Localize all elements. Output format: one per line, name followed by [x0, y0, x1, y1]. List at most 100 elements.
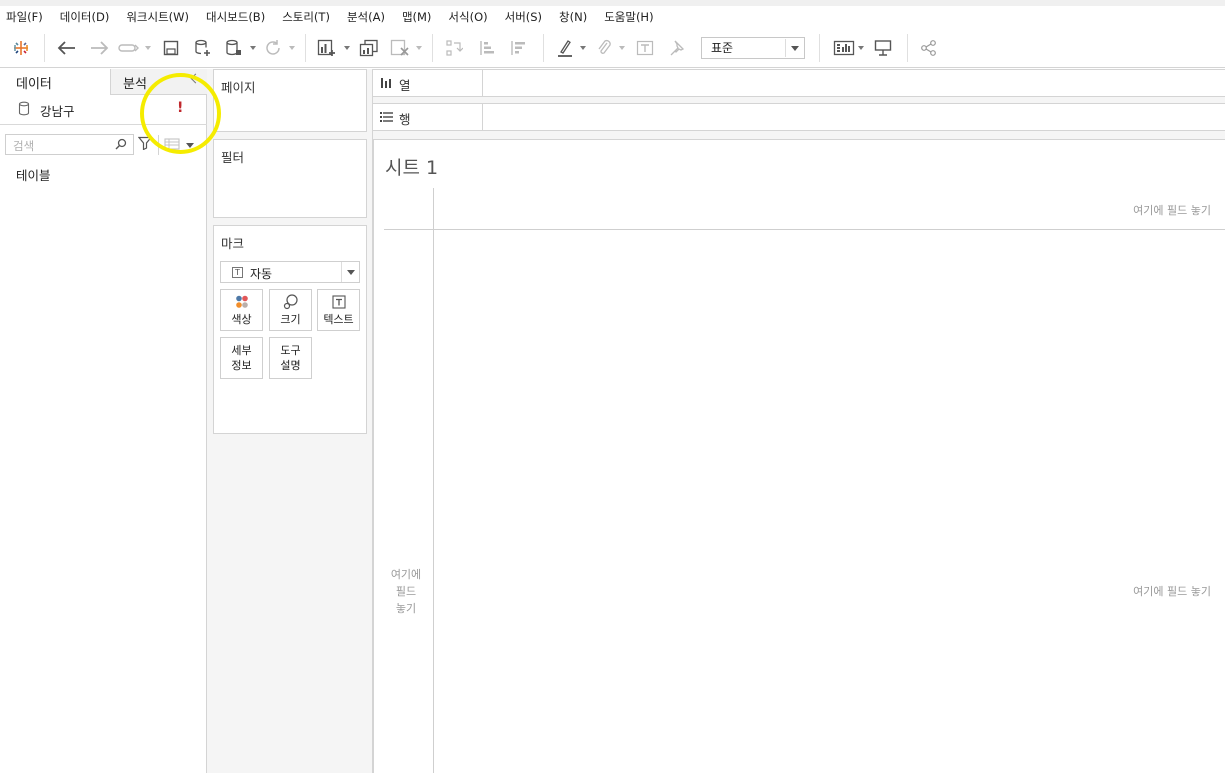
menu-dashboard[interactable]: 대시보드(B): [206, 9, 265, 25]
group-dropdown-icon[interactable]: [619, 46, 625, 50]
mark-type-select[interactable]: T 자동: [220, 261, 360, 283]
text-button[interactable]: 텍스트: [317, 289, 360, 331]
drop-zone-rows-hint-line3: 놓기: [395, 602, 417, 615]
sort-desc-icon[interactable]: [508, 38, 528, 58]
menu-server[interactable]: 서버(S): [505, 9, 542, 25]
drop-zone-columns-hint[interactable]: 여기에 필드 놓기: [1133, 202, 1211, 218]
save-icon[interactable]: [161, 38, 181, 58]
menu-bar: 파일(F) 데이터(D) 워크시트(W) 대시보드(B) 스토리(T) 분석(A…: [0, 6, 1225, 28]
worksheet-view[interactable]: 시트 1 여기에 필드 놓기 여기에 필드 놓기 여기에 필드 놓기: [373, 139, 1225, 773]
collapse-icon[interactable]: [190, 73, 201, 84]
new-worksheet-icon[interactable]: [316, 38, 338, 58]
clear-sheet-icon[interactable]: [389, 38, 411, 58]
datasource-name: 강남구: [40, 104, 75, 119]
color-button[interactable]: 색상: [220, 289, 263, 331]
group-icon[interactable]: [595, 38, 613, 58]
toolbar: 표준: [0, 28, 1225, 68]
size-button[interactable]: 크기: [269, 289, 312, 331]
toolbar-separator: [907, 34, 908, 62]
show-me-dropdown-icon[interactable]: [858, 46, 864, 50]
menu-data[interactable]: 데이터(D): [60, 9, 110, 25]
filters-card[interactable]: 필터: [213, 139, 367, 218]
size-icon: [283, 293, 299, 310]
columns-shelf[interactable]: 열: [373, 69, 1225, 97]
text-icon: [331, 294, 346, 310]
search-input[interactable]: 검색: [5, 134, 134, 155]
toolbar-separator: [44, 34, 45, 62]
marks-title: 마크: [221, 236, 245, 251]
warning-icon[interactable]: !: [177, 100, 183, 116]
tableau-logo-icon[interactable]: [11, 38, 31, 58]
search-icon: [115, 138, 127, 153]
labels-icon[interactable]: [635, 38, 655, 58]
toolbar-separator: [432, 34, 433, 62]
menu-window[interactable]: 창(N): [559, 9, 587, 25]
pages-title: 페이지: [221, 80, 256, 95]
datasource-dropdown-icon[interactable]: [250, 46, 256, 50]
show-me-icon[interactable]: [832, 38, 856, 58]
detail-label-line2: 정보: [231, 359, 252, 372]
mark-type-value: 자동: [250, 267, 273, 281]
menu-help[interactable]: 도움말(H): [604, 9, 653, 25]
highlight-dropdown-icon[interactable]: [580, 46, 586, 50]
tooltip-label-line2: 설명: [280, 359, 301, 372]
sort-asc-icon[interactable]: [477, 38, 497, 58]
refresh-icon[interactable]: [263, 38, 283, 58]
back-icon[interactable]: [56, 38, 78, 58]
size-label: 크기: [280, 312, 301, 326]
menu-analysis[interactable]: 분석(A): [347, 9, 385, 25]
redo-dropdown-icon[interactable]: [145, 46, 151, 50]
menu-worksheet[interactable]: 워크시트(W): [126, 9, 189, 25]
drop-zone-body-hint[interactable]: 여기에 필드 놓기: [1133, 583, 1211, 599]
toolbar-separator: [819, 34, 820, 62]
pages-card[interactable]: 페이지: [213, 69, 367, 132]
drop-zone-rows-hint-line2: 필드: [395, 585, 417, 598]
refresh-dropdown-icon[interactable]: [289, 46, 295, 50]
fit-select-value: 표준: [711, 41, 734, 55]
menu-story[interactable]: 스토리(T): [282, 9, 330, 25]
columns-label: 열: [399, 78, 411, 93]
share-icon[interactable]: [919, 38, 939, 58]
rows-shelf-label: 행: [373, 104, 483, 130]
presentation-icon[interactable]: [873, 38, 893, 58]
clear-dropdown-icon[interactable]: [416, 46, 422, 50]
marks-card: 마크 T 자동 색상 크기 텍스트 세부 정보 도구 설명: [213, 225, 367, 434]
rows-shelf[interactable]: 행: [373, 103, 1225, 131]
view-list-icon[interactable]: [164, 138, 180, 153]
columns-icon: [380, 77, 392, 92]
forward-icon[interactable]: [88, 38, 110, 58]
cards-column: 페이지 필터 마크 T 자동 색상 크기 텍스트 세부 정보 도구 설명: [207, 69, 373, 773]
menu-file[interactable]: 파일(F): [6, 9, 43, 25]
highlight-icon[interactable]: [556, 38, 574, 58]
chevron-down-icon[interactable]: [785, 39, 803, 57]
data-pane-tabs: 데이터 분석: [0, 69, 207, 95]
filter-icon[interactable]: [137, 136, 153, 153]
columns-shelf-label: 열: [373, 70, 483, 96]
menu-map[interactable]: 맵(M): [402, 9, 431, 25]
fit-select[interactable]: 표준: [701, 37, 805, 59]
data-pane: 데이터 분석 강남구 ! 검색 테이블: [0, 69, 207, 773]
redo-icon[interactable]: [118, 38, 140, 58]
view-dropdown-icon[interactable]: [186, 143, 194, 148]
tooltip-button[interactable]: 도구 설명: [269, 337, 312, 379]
tab-analysis[interactable]: 분석: [110, 69, 207, 95]
text-mark-icon: T: [232, 267, 243, 278]
duplicate-icon[interactable]: [358, 38, 380, 58]
color-label: 색상: [231, 312, 252, 326]
chevron-down-icon[interactable]: [341, 262, 359, 282]
new-worksheet-dropdown-icon[interactable]: [344, 46, 350, 50]
datasource-icon[interactable]: [224, 38, 244, 58]
swap-icon[interactable]: [444, 38, 464, 58]
drop-zone-rows-hint[interactable]: 여기에 필드 놓기: [384, 566, 428, 617]
axis-divider-horizontal: [384, 229, 1225, 230]
datasource-row[interactable]: 강남구 !: [0, 95, 207, 125]
pin-icon[interactable]: [667, 38, 687, 58]
drop-zone-rows-hint-line1: 여기에: [390, 568, 422, 581]
menu-format[interactable]: 서식(O): [448, 9, 487, 25]
detail-button[interactable]: 세부 정보: [220, 337, 263, 379]
database-icon: [18, 101, 30, 120]
sheet-title[interactable]: 시트 1: [385, 153, 438, 180]
new-datasource-icon[interactable]: [193, 38, 213, 58]
tab-data[interactable]: 데이터: [0, 69, 110, 95]
filters-title: 필터: [221, 150, 245, 165]
